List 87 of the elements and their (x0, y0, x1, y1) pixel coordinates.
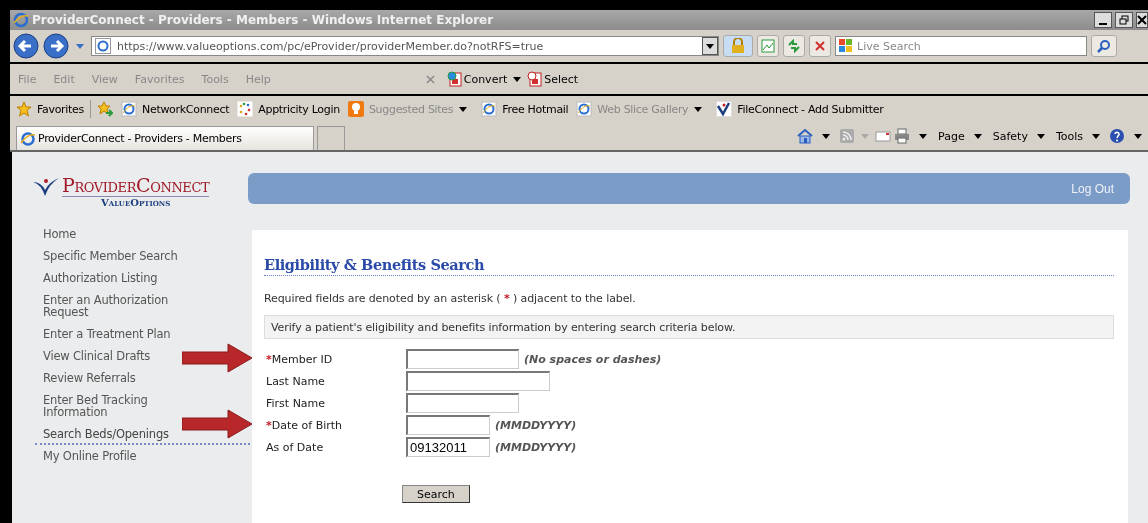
favorite-link[interactable]: NetworkConnect (121, 101, 230, 117)
sidebar-link[interactable]: View Clinical Drafts (43, 350, 151, 362)
sidebar-link[interactable]: Authorization Listing (43, 272, 158, 284)
field-label: *Date of Birth (265, 418, 344, 432)
document-icon (527, 71, 544, 87)
browser-logo-icon (13, 12, 29, 28)
address-field[interactable]: https://www.valueoptions.com/pc/eProvider/providerMember.do?notRFS=true (91, 36, 719, 56)
window-title: ProviderConnect - Providers - Members - Windows Internet Explorer (32, 13, 494, 27)
print-icon[interactable] (894, 128, 911, 144)
refresh-icon (787, 39, 801, 53)
caret-icon[interactable] (1092, 133, 1100, 139)
dots-icon (237, 101, 254, 117)
field-label: As of Date (265, 440, 325, 454)
windows-flag-icon (838, 38, 854, 54)
sidebar-link[interactable]: Review Referrals (43, 372, 136, 384)
input-field[interactable] (406, 371, 550, 391)
sidebar-link[interactable]: Enter Bed Tracking Information (43, 394, 183, 418)
page-heading: Eligibility & Benefits Search (264, 256, 1114, 276)
browser-logo-icon (576, 101, 593, 117)
sidebar-link[interactable]: Search Beds/Openings (43, 428, 169, 440)
browser-tab[interactable]: ProviderConnect - Providers - Members (16, 126, 314, 150)
page-icon (95, 38, 111, 54)
document-icon (446, 71, 463, 87)
forward-button[interactable] (43, 33, 69, 59)
lightbulb-icon (347, 101, 364, 117)
toolbar-button[interactable]: Select (527, 71, 579, 87)
caret-icon[interactable] (919, 133, 928, 139)
command-menu[interactable]: Page (938, 129, 965, 143)
sidebar-link[interactable]: Enter an Authorization Request (43, 294, 183, 318)
browser-logo-icon (481, 101, 498, 117)
command-menu[interactable]: Safety (992, 129, 1028, 143)
instructions-box: Verify a patient's eligibility and benefits information by entering search criteria below. (264, 315, 1114, 339)
input-field[interactable]: 09132011 (406, 437, 490, 457)
sidebar-link[interactable]: Specific Member Search (43, 250, 178, 262)
back-button[interactable] (13, 33, 39, 59)
favorite-link[interactable]: Free Hotmail (481, 101, 569, 117)
help-icon[interactable] (1109, 128, 1125, 144)
arrow-icon (182, 409, 254, 439)
star-icon (16, 101, 32, 117)
search-icon (1097, 39, 1111, 53)
minimize-icon (1099, 22, 1107, 25)
sidebar-link[interactable]: My Online Profile (43, 450, 137, 462)
restore-button[interactable] (1115, 12, 1133, 28)
search-submit-button[interactable]: Search (402, 485, 470, 503)
close-icon (1137, 15, 1147, 25)
favorite-link[interactable]: FileConnect - Add Submitter (716, 101, 884, 117)
sidebar-link[interactable]: Home (43, 228, 77, 240)
arrow-icon (182, 343, 254, 373)
caret-icon[interactable] (1036, 133, 1045, 139)
field-label: First Name (265, 396, 327, 410)
field-label: Last Name (265, 374, 326, 388)
search-button[interactable] (1091, 35, 1117, 57)
field-hint: (No spaces or dashes) (524, 352, 662, 366)
site-logo[interactable]: ProviderConnect ValueOptions (31, 174, 241, 208)
refresh-button[interactable] (783, 35, 805, 57)
caret-icon[interactable] (513, 76, 522, 82)
restore-icon (1119, 15, 1129, 25)
browser-logo-icon (121, 101, 137, 117)
toolbar-button[interactable]: Convert (446, 71, 508, 87)
home-icon[interactable] (797, 128, 814, 144)
caret-icon[interactable] (1134, 133, 1142, 139)
sidebar-link[interactable]: Enter a Treatment Plan (43, 328, 171, 340)
caret-icon[interactable] (822, 133, 831, 139)
close-button[interactable] (1136, 12, 1148, 28)
field-label: *Member ID (265, 352, 334, 366)
search-field[interactable]: Live Search (835, 36, 1087, 56)
mail-icon[interactable] (875, 128, 892, 144)
input-field[interactable] (406, 393, 519, 413)
favorites-button[interactable]: Favorites (16, 101, 84, 117)
field-hint: (MMDDYYYY) (495, 440, 577, 454)
input-field[interactable] (406, 349, 519, 369)
command-menu[interactable]: Tools (1055, 129, 1083, 143)
stop-button[interactable] (809, 35, 831, 57)
caret-icon (706, 43, 714, 49)
field-hint: (MMDDYYYY) (495, 418, 577, 432)
minimize-button[interactable] (1094, 12, 1112, 28)
lock-button[interactable] (723, 35, 753, 57)
browser-logo-icon (20, 130, 36, 147)
caret-icon[interactable] (973, 133, 982, 139)
checkmark-icon (716, 101, 733, 117)
required-note: Required fields are denoted by an asterisk ( * ) adjacent to the label. (264, 292, 637, 305)
input-field[interactable] (406, 415, 490, 435)
dropdown-button[interactable] (702, 37, 718, 55)
stop-icon (813, 39, 827, 53)
favorite-link[interactable]: Apptricity Login (237, 101, 340, 117)
lock-icon (731, 38, 745, 54)
image-icon (761, 39, 775, 53)
